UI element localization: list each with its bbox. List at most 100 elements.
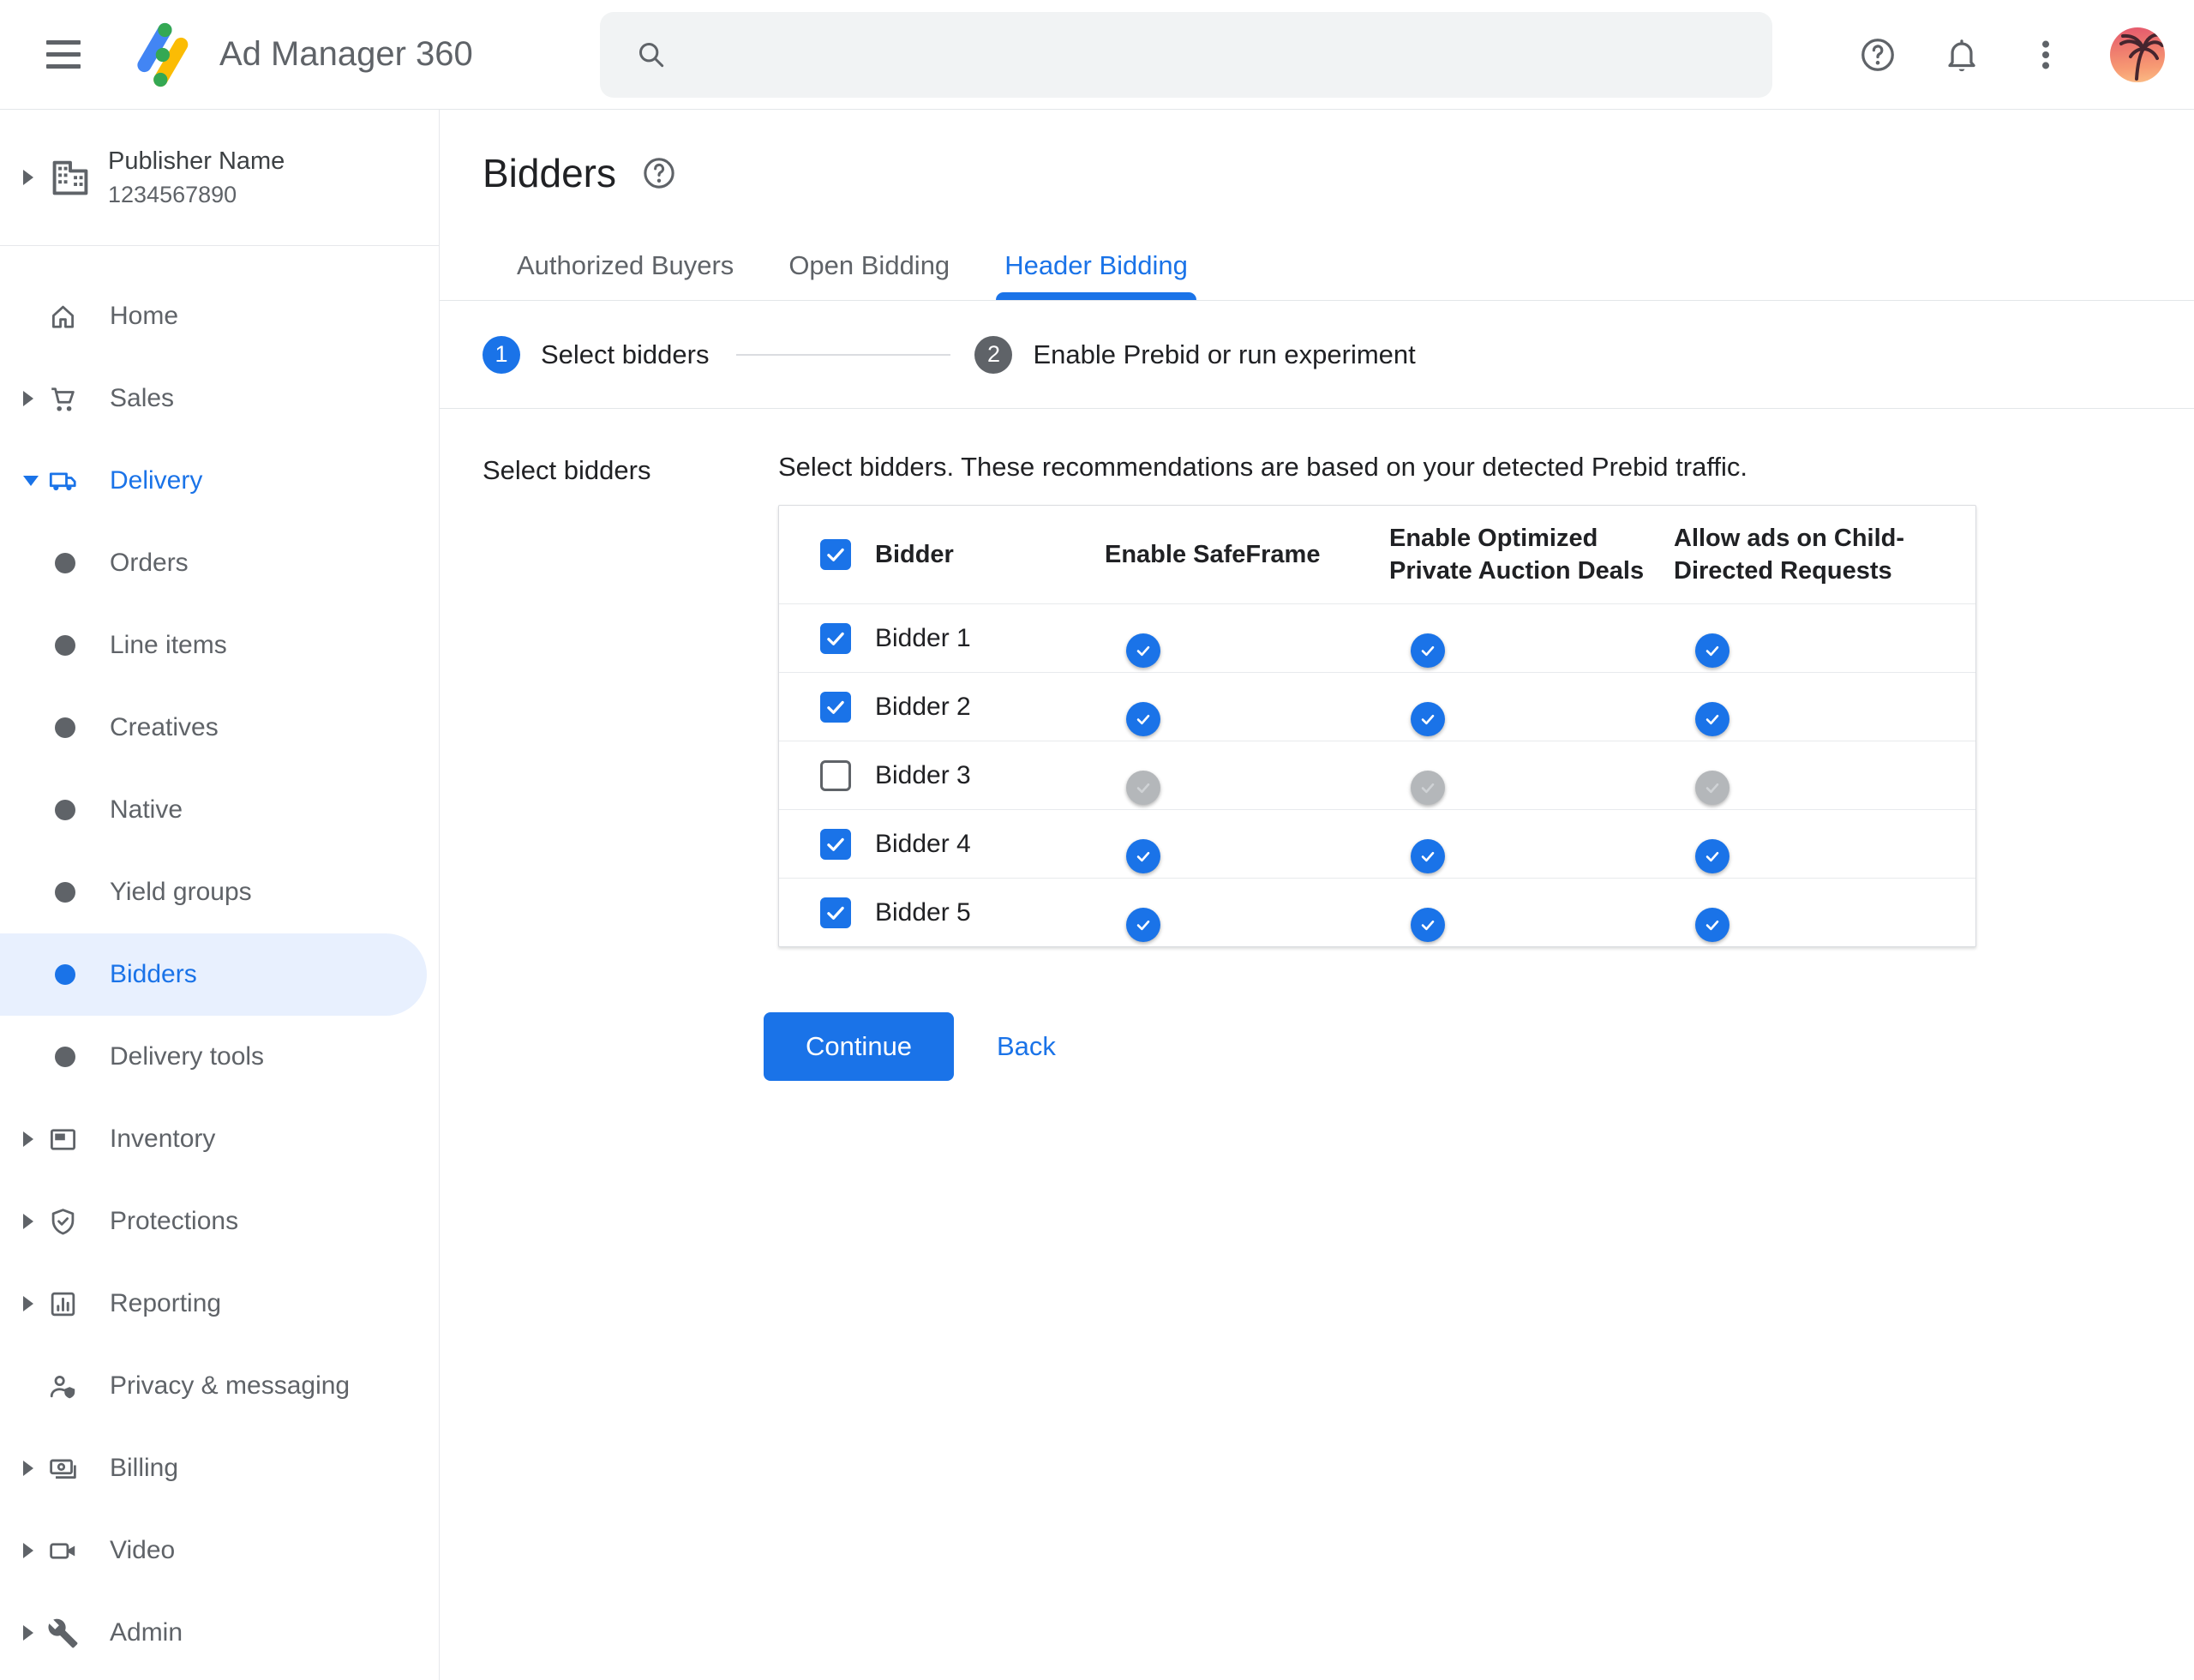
sidebar-item-protections[interactable]: Protections <box>0 1180 439 1263</box>
ad-manager-logo-icon <box>127 20 197 90</box>
window-icon <box>47 1124 79 1155</box>
table-row: Bidder 3 <box>779 741 1975 809</box>
expand-arrow-icon <box>23 1543 33 1558</box>
bidder-checkbox[interactable] <box>820 622 851 654</box>
bullet-icon <box>55 800 75 820</box>
bidder-checkbox[interactable] <box>820 828 851 860</box>
expand-arrow-icon <box>23 1131 33 1147</box>
sidebar-item-yield-groups[interactable]: Yield groups <box>0 851 439 933</box>
expand-arrow-icon <box>23 170 33 185</box>
more-vertical-icon[interactable] <box>2026 35 2065 75</box>
sidebar-item-label: Creatives <box>110 713 219 741</box>
topbar-actions <box>1858 0 2165 110</box>
sidebar-item-creatives[interactable]: Creatives <box>0 687 439 769</box>
collapse-arrow-icon <box>23 476 39 486</box>
sidebar-item-native[interactable]: Native <box>0 769 439 851</box>
bidder-checkbox[interactable] <box>820 897 851 928</box>
sidebar-item-delivery-tools[interactable]: Delivery tools <box>0 1016 439 1098</box>
sidebar-item-label: Delivery <box>110 466 203 495</box>
sidebar-item-label: Protections <box>110 1207 239 1235</box>
sidebar-item-admin[interactable]: Admin <box>0 1592 439 1674</box>
sidebar-item-label: Billing <box>110 1454 179 1482</box>
table-row: Bidder 2 <box>779 672 1975 741</box>
select-all-checkbox[interactable] <box>820 539 851 570</box>
sidebar-item-label: Video <box>110 1536 176 1564</box>
tab-authorized-buyers[interactable]: Authorized Buyers <box>517 250 734 300</box>
back-button[interactable]: Back <box>997 1031 1056 1062</box>
publisher-name: Publisher Name <box>108 147 285 175</box>
continue-button[interactable]: Continue <box>764 1012 954 1081</box>
sidebar-item-label: Bidders <box>110 960 197 988</box>
column-header-safeframe: Enable SafeFrame <box>1105 541 1321 568</box>
payments-icon <box>47 1453 79 1485</box>
bidder-name: Bidder 4 <box>875 829 971 858</box>
building-icon <box>48 155 93 200</box>
tab-open-bidding[interactable]: Open Bidding <box>788 250 950 300</box>
hamburger-menu-icon[interactable] <box>46 40 81 69</box>
bar-chart-icon <box>47 1288 79 1320</box>
tab-label: Header Bidding <box>1004 250 1188 280</box>
tab-header-bidding[interactable]: Header Bidding <box>996 250 1196 300</box>
sidebar-item-label: Sales <box>110 384 175 412</box>
step-number-badge: 2 <box>974 335 1013 374</box>
table-row: Bidder 5 <box>779 878 1975 946</box>
tab-bar: Authorized Buyers Open Bidding Header Bi… <box>440 250 2194 301</box>
sidebar-item-reporting[interactable]: Reporting <box>0 1263 439 1345</box>
sidebar-item-orders[interactable]: Orders <box>0 522 439 604</box>
help-icon[interactable] <box>1858 35 1897 75</box>
step-label: Select bidders <box>541 339 710 369</box>
page-title: Bidders <box>483 151 616 195</box>
expand-arrow-icon <box>23 1461 33 1476</box>
shield-check-icon <box>47 1206 79 1238</box>
tab-label: Authorized Buyers <box>517 250 734 280</box>
avatar[interactable] <box>2110 27 2165 82</box>
section-description: Select bidders. These recommendations ar… <box>778 452 1748 482</box>
sidebar-item-video[interactable]: Video <box>0 1509 439 1592</box>
sidebar-item-line-items[interactable]: Line items <box>0 604 439 687</box>
bidder-name: Bidder 3 <box>875 760 971 789</box>
bullet-icon <box>55 635 75 656</box>
sidebar-item-billing[interactable]: Billing <box>0 1427 439 1509</box>
global-search[interactable] <box>600 12 1772 98</box>
bidder-checkbox[interactable] <box>820 691 851 723</box>
bidder-name: Bidder 5 <box>875 897 971 927</box>
sidebar-item-sales[interactable]: Sales <box>0 357 439 440</box>
bidder-name: Bidder 1 <box>875 623 971 652</box>
notifications-bell-icon[interactable] <box>1942 35 1981 75</box>
sidebar-item-home[interactable]: Home <box>0 275 439 357</box>
bidder-name: Bidder 2 <box>875 692 971 721</box>
sidebar-item-label: Reporting <box>110 1289 222 1317</box>
bidder-checkbox[interactable] <box>820 759 851 791</box>
sidebar-item-delivery[interactable]: Delivery <box>0 440 439 522</box>
wrench-icon <box>47 1617 79 1649</box>
sidebar-item-label: Delivery tools <box>110 1042 265 1071</box>
sidebar-item-label: Orders <box>110 549 189 577</box>
sidebar-item-inventory[interactable]: Inventory <box>0 1098 439 1180</box>
person-shield-icon <box>47 1371 79 1402</box>
sidebar-item-bidders[interactable]: Bidders <box>0 933 427 1016</box>
bullet-icon <box>55 1047 75 1067</box>
app-header: Ad Manager 360 <box>0 0 2194 110</box>
expand-arrow-icon <box>23 1625 33 1641</box>
publisher-network-code: 1234567890 <box>108 181 237 207</box>
step-enable-prebid: 2 Enable Prebid or run experiment <box>974 335 1416 374</box>
publisher-switcher[interactable]: Publisher Name 1234567890 <box>0 110 439 245</box>
column-header-optimized-deals: Enable Optimized Private Auction Deals <box>1389 525 1645 585</box>
bullet-icon <box>55 882 75 903</box>
table-row: Bidder 1 <box>779 603 1975 672</box>
sidebar-item-label: Yield groups <box>110 878 252 906</box>
sidebar-item-label: Home <box>110 302 179 330</box>
home-icon <box>47 301 79 333</box>
search-input[interactable] <box>691 12 1747 98</box>
bidders-table: Bidder Enable SafeFrame Enable Optimized… <box>778 505 1976 947</box>
sidebar-item-label: Native <box>110 795 183 824</box>
sidebar-item-privacy-messaging[interactable]: Privacy & messaging <box>0 1345 439 1427</box>
bullet-icon <box>55 717 75 738</box>
step-select-bidders: 1 Select bidders <box>483 335 710 374</box>
sidebar: Publisher Name 1234567890 Home Sales Del… <box>0 110 440 1680</box>
help-icon[interactable] <box>640 154 678 192</box>
expand-arrow-icon <box>23 1296 33 1311</box>
expand-arrow-icon <box>23 391 33 406</box>
step-number-badge: 1 <box>483 335 520 374</box>
cart-icon <box>47 383 79 415</box>
